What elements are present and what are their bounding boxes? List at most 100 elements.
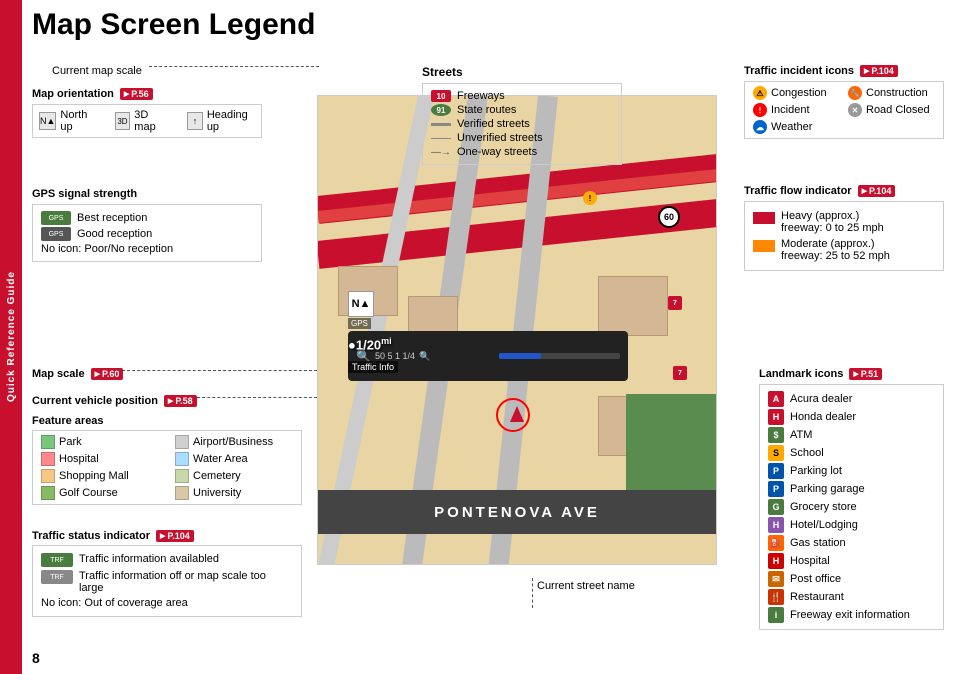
congestion-icon: ⚠ [753, 86, 767, 100]
page-number: 8 [32, 650, 40, 666]
gps-signal-section: GPS signal strength GPS Best reception G… [32, 188, 262, 262]
traffic-flow-section: Traffic flow indicator P.104 Heavy (appr… [744, 185, 944, 271]
school-icon: S [768, 445, 784, 461]
restaurant-icon: 🍴 [768, 589, 784, 605]
acura-label: Acura dealer [790, 393, 852, 405]
gps-good-icon: GPS [41, 227, 71, 241]
traffic-flow-header: Traffic flow indicator P.104 [744, 185, 944, 197]
lm-atm: $ ATM [768, 427, 935, 443]
map-area: PONTENOVA AVE 7 7 60 🔍 50 5 1 1/4 🔍 Traf… [317, 95, 717, 565]
parking-garage-label: Parking garage [790, 483, 865, 495]
nav-progress-bar [499, 353, 620, 359]
airport-label: Airport/Business [193, 436, 273, 448]
freeway-exit-icon: i [768, 607, 784, 623]
post-icon: ✉ [768, 571, 784, 587]
parking-lot-icon: P [768, 463, 784, 479]
traffic-no-label: No icon: Out of coverage area [41, 597, 188, 609]
state-badge: 91 [431, 104, 451, 116]
leader-vehicle-pos [197, 397, 317, 398]
street-freeway: 10 Freeways [431, 90, 613, 102]
landmark-box: A Acura dealer H Honda dealer $ ATM S Sc… [759, 384, 944, 630]
building-2 [408, 296, 458, 336]
vehicle-pos-section: Current vehicle position P.58 [32, 395, 197, 407]
gas-icon: ⛽ [768, 535, 784, 551]
landmark-section: Landmark icons P.51 A Acura dealer H Hon… [759, 368, 944, 630]
feature-cemetery: Cemetery [175, 469, 293, 483]
water-label: Water Area [193, 453, 248, 465]
lm-restaurant: 🍴 Restaurant [768, 589, 935, 605]
street-unverified: Unverified streets [431, 132, 613, 144]
traffic-on-label: Traffic information availabled [79, 553, 219, 565]
traffic-off-label: Traffic information off or map scale too… [79, 570, 293, 594]
3d-map-label: 3D map [134, 109, 167, 133]
state-label: State routes [457, 104, 516, 116]
feature-shopping: Shopping Mall [41, 469, 159, 483]
lm-hospital: H Hospital [768, 553, 935, 569]
compass: N▲ [348, 291, 374, 317]
freeway-label: Freeways [457, 90, 505, 102]
congestion-label: Congestion [771, 87, 827, 99]
incident-construction: 🔧 Construction [848, 86, 935, 100]
flow-heavy-label: Heavy (approx.) [781, 210, 884, 222]
map-icon-2: 7 [673, 366, 687, 380]
traffic-status-ref: P.104 [156, 530, 194, 542]
feature-airport: Airport/Business [175, 435, 293, 449]
feature-areas-label: Feature areas [32, 415, 302, 427]
flow-heavy-sublabel: freeway: 0 to 25 mph [781, 222, 884, 234]
unverified-icon [431, 138, 451, 139]
feature-water: Water Area [175, 452, 293, 466]
traffic-no-icon: No icon: Out of coverage area [41, 597, 293, 609]
gps-best-label: Best reception [77, 212, 147, 224]
oneway-icon: —→ [431, 147, 451, 158]
landmark-header: Landmark icons P.51 [759, 368, 944, 380]
cemetery-color [175, 469, 189, 483]
traffic-incident-icon: ! [583, 191, 597, 205]
traffic-incident-ref: P.104 [860, 65, 898, 77]
flow-moderate-text: Moderate (approx.) freeway: 25 to 52 mph [781, 238, 890, 262]
verified-icon [431, 123, 451, 126]
traffic-incident-label: Traffic incident icons [744, 65, 854, 77]
lm-post: ✉ Post office [768, 571, 935, 587]
hospital-lm-label: Hospital [790, 555, 830, 567]
golf-color [41, 486, 55, 500]
streets-label: Streets [422, 65, 622, 79]
golf-label: Golf Course [59, 487, 118, 499]
traffic-off-icon: TRF [41, 570, 73, 584]
feature-park: Park [41, 435, 159, 449]
flow-heavy-swatch [753, 212, 775, 224]
road-closed-label: Road Closed [866, 104, 930, 116]
landmark-label: Landmark icons [759, 368, 843, 380]
street-oneway: —→ One-way streets [431, 146, 613, 158]
feature-areas-grid: Park Airport/Business Hospital Water Are… [32, 430, 302, 505]
incident-weather: ☁ Weather [753, 120, 840, 134]
feature-areas-section: Feature areas Park Airport/Business Hosp… [32, 415, 302, 505]
feature-golf: Golf Course [41, 486, 159, 500]
north-up-icon: N▲ [39, 112, 56, 130]
nav-numbers: 50 5 1 1/4 [375, 351, 415, 361]
unverified-label: Unverified streets [457, 132, 543, 144]
sidebar: Quick Reference Guide [0, 0, 22, 674]
oneway-label: One-way streets [457, 146, 537, 158]
traffic-status-header: Traffic status indicator P.104 [32, 530, 302, 542]
lm-parking-lot: P Parking lot [768, 463, 935, 479]
incident-icon: ! [753, 103, 767, 117]
feature-university: University [175, 486, 293, 500]
map-orientation-ref: P.56 [120, 88, 153, 100]
orientation-heading: ↑ Heading up [187, 109, 255, 133]
water-color [175, 452, 189, 466]
traffic-incident-header: Traffic incident icons P.104 [744, 65, 944, 77]
acura-icon: A [768, 391, 784, 407]
street-name-display: PONTENOVA AVE [434, 504, 600, 521]
sidebar-label: Quick Reference Guide [6, 271, 17, 402]
traffic-incident-section: Traffic incident icons P.104 ⚠ Congestio… [744, 65, 944, 139]
university-color [175, 486, 189, 500]
weather-label: Weather [771, 121, 812, 133]
flow-moderate-label: Moderate (approx.) [781, 238, 890, 250]
atm-label: ATM [790, 429, 812, 441]
road-bottom: PONTENOVA AVE [318, 490, 716, 534]
verified-label: Verified streets [457, 118, 530, 130]
nav-label: Traffic Info [348, 361, 398, 373]
atm-icon: $ [768, 427, 784, 443]
honda-label: Honda dealer [790, 411, 856, 423]
main-content: Map Screen Legend 8 PONTENOVA [22, 0, 954, 674]
